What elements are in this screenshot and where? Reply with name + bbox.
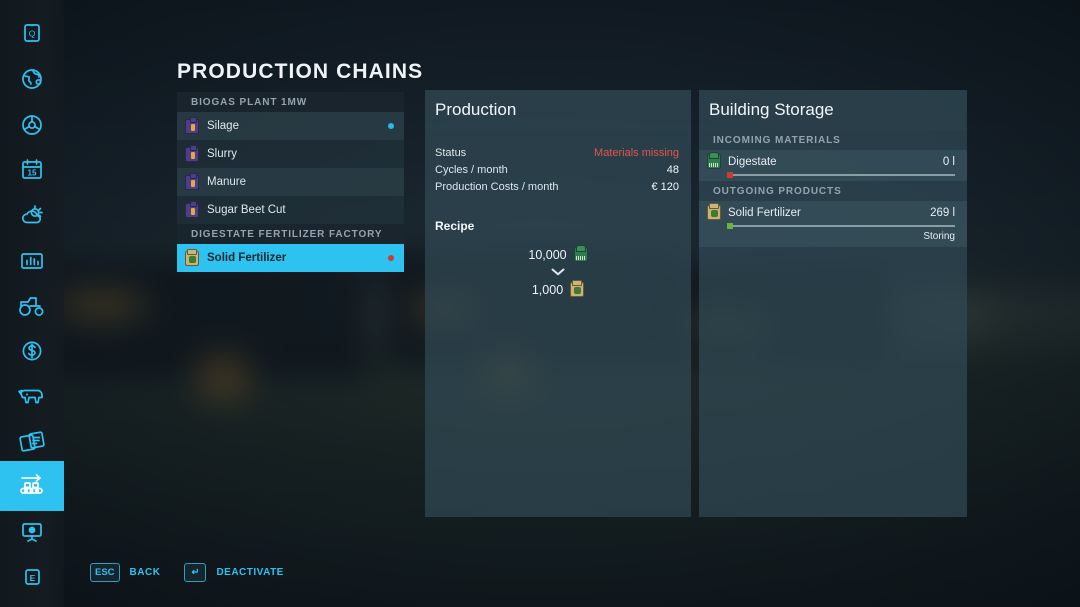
- digestate-barrel-icon: [573, 245, 588, 262]
- sidebar-item-production-chains[interactable]: [0, 461, 64, 511]
- list-item-label: Silage: [207, 120, 239, 132]
- sidebar-item-quests[interactable]: Q: [0, 8, 64, 58]
- page-title: PRODUCTION CHAINS: [177, 60, 424, 83]
- calendar-icon: 15: [22, 159, 42, 179]
- key-esc[interactable]: ESC: [90, 563, 120, 582]
- recipe-arrow: [425, 268, 691, 276]
- steering-wheel-icon: [22, 115, 42, 135]
- weather-icon: [21, 205, 43, 224]
- storage-fill-bar: [727, 172, 955, 178]
- status-dot: [388, 255, 394, 261]
- storage-item-label: Digestate: [728, 155, 777, 168]
- quests-icon: Q: [24, 24, 40, 42]
- sidebar-item-animals[interactable]: [0, 371, 64, 421]
- storage-item-amount: 269 l: [930, 206, 955, 219]
- sidebar-item-map[interactable]: [0, 54, 64, 104]
- footer-hints: ESC BACK ↵ DEACTIVATE: [90, 563, 298, 582]
- production-row-cycles: Cycles / month 48: [425, 161, 691, 178]
- slurry-bottle-icon: [185, 144, 199, 162]
- storage-item-note: Storing: [923, 231, 955, 242]
- chevron-down-icon: [551, 268, 565, 276]
- row-label: Production Costs / month: [435, 180, 559, 193]
- animals-icon: [18, 389, 43, 404]
- production-list: BIOGAS PLANT 1MW Silage Slurry Manure Su…: [177, 92, 404, 272]
- recipe-output: 1,000: [425, 280, 691, 297]
- solid-fertilizer-bag-icon: [570, 280, 585, 297]
- recipe-input: 10,000: [425, 245, 691, 262]
- row-value: Materials missing: [594, 146, 679, 159]
- silage-bottle-icon: [185, 116, 199, 134]
- list-item-manure[interactable]: Manure: [177, 168, 404, 196]
- production-panel: Production Status Materials missing Cycl…: [425, 90, 691, 517]
- sidebar-item-statistics[interactable]: [0, 236, 64, 286]
- row-label: Status: [435, 146, 467, 159]
- solid-fertilizer-bag-icon: [185, 248, 199, 266]
- storage-fill-indicator: [727, 172, 733, 178]
- list-item-silage[interactable]: Silage: [177, 112, 404, 140]
- globe-map-icon: [22, 69, 42, 89]
- tractor-icon: [19, 297, 44, 316]
- list-group-header: DIGESTATE FERTILIZER FACTORY: [177, 224, 404, 244]
- status-dot: [388, 123, 394, 129]
- statistics-icon: [21, 253, 43, 269]
- building-storage-panel: Building Storage INCOMING MATERIALS Dige…: [699, 90, 967, 517]
- svg-text:15: 15: [28, 169, 37, 178]
- production-panel-title: Production: [425, 90, 691, 130]
- digestate-barrel-icon: [707, 152, 721, 169]
- sidebar-item-multiplayer[interactable]: [0, 507, 64, 557]
- storage-item-solid-fertilizer[interactable]: Solid Fertilizer 269 l Storing: [699, 201, 967, 247]
- sidebar-item-weather[interactable]: [0, 190, 64, 240]
- finances-icon: [22, 341, 42, 361]
- list-item-label: Manure: [207, 176, 246, 188]
- row-value: € 120: [651, 180, 679, 193]
- list-item-label: Sugar Beet Cut: [207, 204, 286, 216]
- exit-key-icon: E: [25, 569, 40, 585]
- list-item-sugar-beet-cut[interactable]: Sugar Beet Cut: [177, 196, 404, 224]
- storage-item-amount: 0 l: [942, 155, 955, 168]
- sugar-beet-cut-bottle-icon: [185, 200, 199, 218]
- list-group-header: BIOGAS PLANT 1MW: [177, 92, 404, 112]
- hint-label-back: BACK: [129, 567, 161, 578]
- list-item-solid-fertilizer[interactable]: Solid Fertilizer: [177, 244, 404, 272]
- hint-label-deactivate: DEACTIVATE: [216, 567, 284, 578]
- solid-fertilizer-bag-icon: [707, 203, 721, 220]
- row-value: 48: [666, 163, 679, 176]
- production-chains-icon: [20, 474, 43, 494]
- sidebar-item-finances[interactable]: [0, 326, 64, 376]
- multiplayer-icon: [22, 523, 42, 542]
- production-row-costs: Production Costs / month € 120: [425, 178, 691, 195]
- production-row-status: Status Materials missing: [425, 144, 691, 161]
- recipe-input-amount: 10,000: [528, 247, 567, 262]
- svg-text:E: E: [30, 573, 36, 583]
- contracts-icon: [19, 431, 45, 452]
- svg-text:Q: Q: [29, 29, 36, 39]
- key-enter[interactable]: ↵: [184, 563, 207, 582]
- sidebar-item-contracts[interactable]: [0, 416, 64, 466]
- sidebar-item-exit[interactable]: E: [0, 552, 64, 602]
- list-item-slurry[interactable]: Slurry: [177, 140, 404, 168]
- storage-item-label: Solid Fertilizer: [728, 206, 801, 219]
- storage-fill-indicator: [727, 223, 733, 229]
- row-label: Cycles / month: [435, 163, 508, 176]
- recipe-title: Recipe: [435, 219, 475, 233]
- recipe-output-amount: 1,000: [531, 282, 564, 297]
- list-item-label: Slurry: [207, 148, 238, 160]
- left-icon-rail: Q 15 E: [0, 0, 64, 607]
- sidebar-item-calendar[interactable]: 15: [0, 145, 64, 195]
- sidebar-item-machines[interactable]: [0, 281, 64, 331]
- storage-section-incoming-header: INCOMING MATERIALS: [713, 134, 841, 146]
- storage-fill-bar: [727, 223, 955, 229]
- storage-section-outgoing-header: OUTGOING PRODUCTS: [713, 185, 842, 197]
- manure-bottle-icon: [185, 172, 199, 190]
- list-item-label: Solid Fertilizer: [207, 252, 287, 264]
- storage-item-digestate[interactable]: Digestate 0 l: [699, 150, 967, 181]
- sidebar-item-vehicles[interactable]: [0, 100, 64, 150]
- storage-panel-title: Building Storage: [699, 90, 967, 130]
